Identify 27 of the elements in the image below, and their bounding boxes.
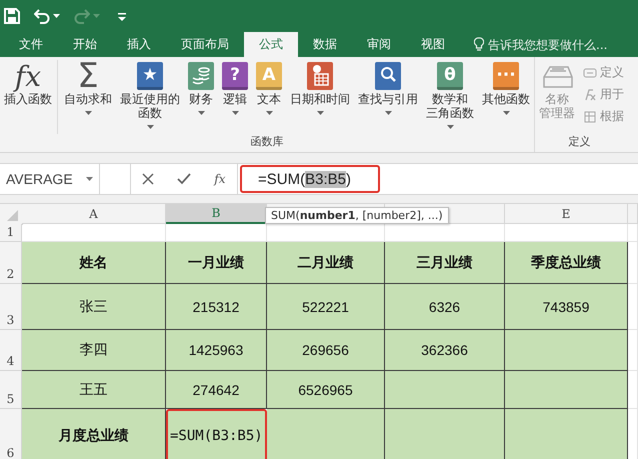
function-icon: fx — [14, 60, 42, 92]
table-cell: 6526965 — [267, 371, 385, 409]
table-cell: 季度总业绩 — [505, 242, 628, 284]
table-cell: 743859 — [505, 284, 628, 330]
table-cell: 274642 — [166, 371, 267, 409]
table-cell: 王五 — [22, 371, 166, 409]
table-cell: 1425963 — [166, 330, 267, 371]
table-cell: 三月业绩 — [385, 242, 505, 284]
table-cell: 月度总业绩 — [22, 409, 166, 459]
table-cell: 李四 — [22, 330, 166, 371]
book-icon: ··· — [493, 62, 519, 90]
book-icon: ★ — [137, 62, 163, 90]
table-cell: 张三 — [22, 284, 166, 330]
book-icon: θ — [437, 62, 463, 90]
table-cell: 269656 — [267, 330, 385, 371]
group-label: 定义 — [568, 134, 592, 150]
table-cell: 二月业绩 — [267, 242, 385, 284]
table-cell: 6326 — [385, 284, 505, 330]
group-label: 函数库 — [250, 134, 284, 150]
book-icon: A — [256, 62, 282, 90]
book-icon: ? — [222, 62, 248, 90]
function-tooltip: SUM(number1, [number2], ...) — [265, 207, 449, 224]
table-cell: 362366 — [385, 330, 505, 371]
table-cell: 一月业绩 — [166, 242, 267, 284]
table-cell: 姓名 — [22, 242, 166, 284]
table-cell: 215312 — [166, 284, 267, 330]
table-cell: 522221 — [267, 284, 385, 330]
